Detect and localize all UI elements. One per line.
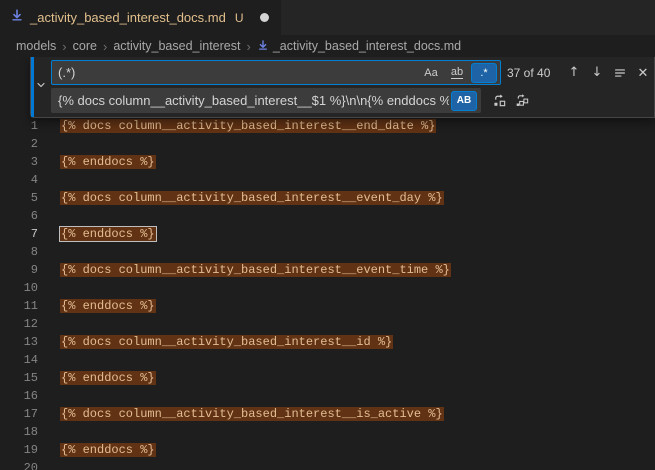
replace-icon	[492, 93, 507, 108]
line-number: 16	[0, 387, 38, 405]
code-line[interactable]: 8	[0, 243, 655, 261]
breadcrumb-item-file[interactable]: _activity_based_interest_docs.md	[257, 39, 461, 54]
selection-lines-icon	[613, 66, 627, 80]
breadcrumb-item-models[interactable]: models	[16, 39, 56, 53]
code-text: {% enddocs %}	[60, 369, 156, 387]
tab-activity-docs[interactable]: _activity_based_interest_docs.md U	[0, 0, 282, 35]
code-line[interactable]: 7 {% enddocs %}	[0, 225, 655, 243]
code-line[interactable]: 5 {% docs column__activity_based_interest…	[0, 189, 655, 207]
toggle-replace-button[interactable]	[31, 60, 51, 113]
line-number: 17	[0, 405, 38, 423]
code-line[interactable]: 19 {% enddocs %}	[0, 441, 655, 459]
line-number: 9	[0, 261, 38, 279]
markdown-file-icon	[257, 39, 269, 54]
breadcrumb-file-label: _activity_based_interest_docs.md	[273, 39, 461, 53]
chevron-right-icon: ›	[62, 39, 66, 54]
preserve-case-button[interactable]: AB	[451, 91, 477, 111]
match-case-button[interactable]: Aa	[419, 63, 443, 82]
tab-bar: _activity_based_interest_docs.md U	[0, 0, 655, 35]
replace-input[interactable]: {% docs column__activity_based_interest_…	[51, 88, 481, 113]
code-line[interactable]: 17 {% docs column__activity_based_interes…	[0, 405, 655, 423]
close-find-button[interactable]: ✕	[633, 63, 653, 83]
code-line[interactable]: 14	[0, 351, 655, 369]
regex-button[interactable]: .*	[471, 63, 497, 83]
code-line[interactable]: 13 {% docs column__activity_based_interes…	[0, 333, 655, 351]
line-number: 4	[0, 171, 38, 189]
replace-input-value: {% docs column__activity_based_interest_…	[58, 93, 449, 108]
code-line[interactable]: 16	[0, 387, 655, 405]
line-number: 12	[0, 315, 38, 333]
find-input[interactable]: (.*) Aa ab .*	[51, 60, 501, 85]
chevron-right-icon: ›	[103, 39, 107, 54]
code-line[interactable]: 4	[0, 171, 655, 189]
line-number: 8	[0, 243, 38, 261]
code-line[interactable]: 3 {% enddocs %}	[0, 153, 655, 171]
git-status-badge: U	[235, 11, 244, 25]
code-text: {% enddocs %}	[60, 225, 156, 243]
line-number: 14	[0, 351, 38, 369]
close-icon: ✕	[638, 65, 649, 81]
chevron-right-icon: ›	[246, 39, 250, 54]
code-text: {% enddocs %}	[60, 441, 156, 459]
line-number: 18	[0, 423, 38, 441]
line-number: 13	[0, 333, 38, 351]
line-number: 20	[0, 459, 38, 470]
code-text: {% docs column__activity_based_interest_…	[60, 333, 393, 351]
code-editor[interactable]: (.*) Aa ab .* 37 of 40 ↑ ↓ ✕ {% docs	[0, 57, 655, 470]
modified-indicator[interactable]	[260, 13, 269, 22]
code-line[interactable]: 12	[0, 315, 655, 333]
code-line[interactable]: 2	[0, 135, 655, 153]
whole-word-button[interactable]: ab	[445, 63, 469, 82]
replace-button[interactable]	[489, 91, 509, 111]
code-text: {% enddocs %}	[60, 297, 156, 315]
code-line[interactable]: 11 {% enddocs %}	[0, 297, 655, 315]
line-number: 1	[0, 117, 38, 135]
arrow-down-icon: ↓	[592, 65, 603, 80]
replace-all-icon	[515, 93, 530, 108]
results-count: 37 of 40	[507, 66, 555, 80]
breadcrumb-item-activity-based-interest[interactable]: activity_based_interest	[113, 39, 240, 53]
line-number: 19	[0, 441, 38, 459]
find-input-value: (.*)	[58, 65, 417, 80]
code-text: {% docs column__activity_based_interest_…	[60, 405, 444, 423]
chevron-down-icon	[35, 78, 47, 96]
breadcrumb: models › core › activity_based_interest …	[0, 35, 655, 57]
code-line[interactable]: 15 {% enddocs %}	[0, 369, 655, 387]
line-number: 6	[0, 207, 38, 225]
arrow-up-icon: ↑	[569, 65, 580, 80]
find-in-selection-button[interactable]	[610, 63, 630, 83]
code-line[interactable]: 10	[0, 279, 655, 297]
find-widget-sash[interactable]	[31, 57, 34, 117]
code-text: {% docs column__activity_based_interest_…	[60, 117, 436, 135]
next-match-button[interactable]: ↓	[587, 63, 607, 83]
tab-filename: _activity_based_interest_docs.md	[30, 10, 226, 25]
code-line[interactable]: 6	[0, 207, 655, 225]
code-text: {% enddocs %}	[60, 153, 156, 171]
replace-all-button[interactable]	[512, 91, 532, 111]
code-line[interactable]: 1 {% docs column__activity_based_interest…	[0, 117, 655, 135]
line-number: 2	[0, 135, 38, 153]
code-text: {% docs column__activity_based_interest_…	[60, 189, 444, 207]
line-number: 5	[0, 189, 38, 207]
find-replace-widget: (.*) Aa ab .* 37 of 40 ↑ ↓ ✕ {% docs	[30, 57, 655, 118]
line-number: 3	[0, 153, 38, 171]
previous-match-button[interactable]: ↑	[564, 63, 584, 83]
code-line[interactable]: 9 {% docs column__activity_based_interest…	[0, 261, 655, 279]
code-line[interactable]: 20	[0, 459, 655, 470]
code-text: {% docs column__activity_based_interest_…	[60, 261, 451, 279]
breadcrumb-item-core[interactable]: core	[73, 39, 97, 53]
code-lines: 1 {% docs column__activity_based_interest…	[0, 57, 655, 470]
line-number: 7	[0, 225, 38, 243]
markdown-file-icon	[10, 8, 24, 27]
line-number: 15	[0, 369, 38, 387]
code-line[interactable]: 18	[0, 423, 655, 441]
line-number: 11	[0, 297, 38, 315]
line-number: 10	[0, 279, 38, 297]
